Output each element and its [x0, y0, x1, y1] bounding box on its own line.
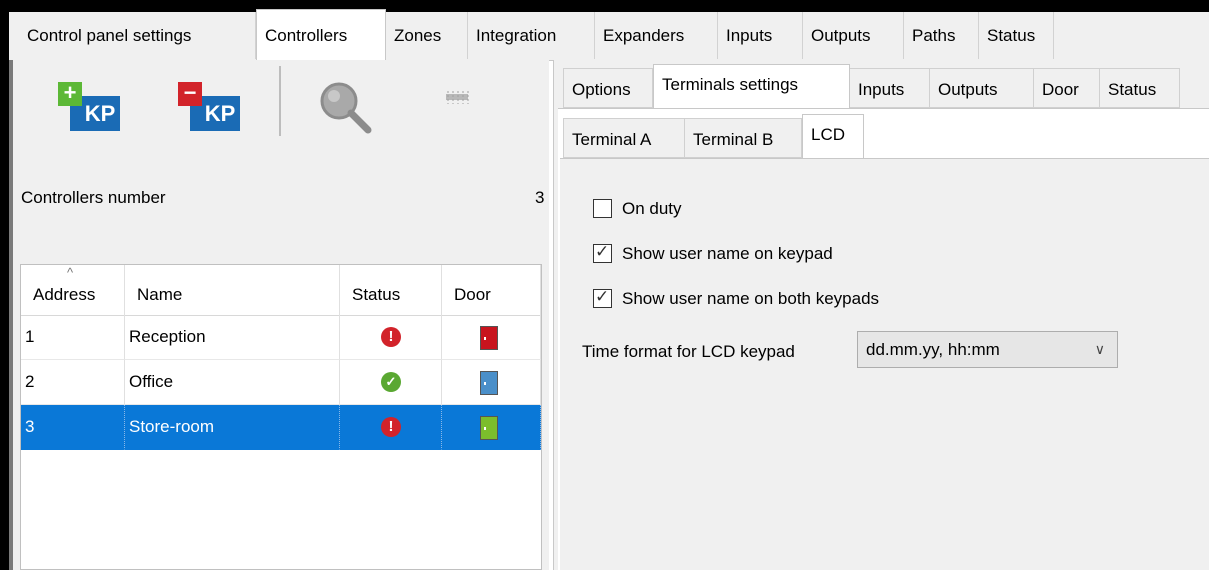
- tab-outputs[interactable]: Outputs: [803, 12, 904, 59]
- column-header-status[interactable]: Status: [340, 265, 442, 315]
- tab-terminal-a[interactable]: Terminal A: [563, 118, 685, 158]
- tab-lcd[interactable]: LCD: [802, 114, 864, 160]
- cell-address: 3: [21, 405, 125, 450]
- cell-address: 2: [21, 360, 125, 405]
- cell-status: !: [340, 405, 442, 450]
- on-duty-checkbox[interactable]: [593, 199, 612, 218]
- show-user-name-both-checkbox[interactable]: [593, 287, 612, 308]
- table-header: ^ Address Name Status Door: [21, 265, 541, 316]
- cell-name: Office: [125, 360, 340, 405]
- module-icon: [446, 91, 469, 104]
- cell-address: 1: [21, 315, 125, 360]
- tab-inputs[interactable]: Inputs: [850, 68, 930, 108]
- cell-name: Reception: [125, 315, 340, 360]
- controllers-table: ^ Address Name Status Door 1 Reception !…: [20, 264, 542, 570]
- cell-status: ✓: [340, 360, 442, 405]
- tab-status[interactable]: Status: [979, 12, 1054, 59]
- cell-door: [442, 360, 541, 405]
- tab-door[interactable]: Door: [1034, 68, 1100, 108]
- plus-icon: +: [58, 82, 82, 106]
- column-header-label: Address: [33, 285, 96, 304]
- tab-status[interactable]: Status: [1100, 68, 1180, 108]
- table-row-selected[interactable]: 3 Store-room !: [21, 405, 541, 450]
- column-header-address[interactable]: ^ Address: [21, 265, 125, 315]
- cell-door: [442, 405, 541, 450]
- door-icon[interactable]: [480, 371, 498, 395]
- cell-status: !: [340, 315, 442, 360]
- tab-terminal-b[interactable]: Terminal B: [685, 118, 802, 158]
- show-user-name-both-label[interactable]: Show user name on both keypads: [622, 289, 879, 309]
- tab-outputs[interactable]: Outputs: [930, 68, 1034, 108]
- column-header-name[interactable]: Name: [125, 265, 340, 315]
- sort-ascending-icon: ^: [67, 265, 74, 280]
- tab-options[interactable]: Options: [563, 68, 653, 108]
- tab-expanders[interactable]: Expanders: [595, 12, 718, 59]
- table-row[interactable]: 2 Office ✓: [21, 360, 541, 405]
- controllers-number-label: Controllers number: [21, 188, 166, 207]
- time-format-label: Time format for LCD keypad: [582, 342, 795, 361]
- door-icon[interactable]: [480, 326, 498, 350]
- window-edge-top: [0, 0, 1209, 12]
- app-window: Control panel settings Controllers Zones…: [0, 0, 1209, 570]
- search-button[interactable]: [316, 78, 376, 138]
- cell-door: [442, 315, 541, 360]
- main-tab-bar: Control panel settings Controllers Zones…: [9, 9, 1209, 61]
- door-icon[interactable]: [480, 416, 498, 440]
- toolbar-separator: [279, 66, 281, 136]
- module-button[interactable]: [444, 90, 472, 106]
- table-row[interactable]: 1 Reception !: [21, 315, 541, 360]
- ok-status-icon: ✓: [381, 372, 401, 392]
- tab-controllers[interactable]: Controllers: [256, 9, 386, 61]
- tab-integration[interactable]: Integration: [468, 12, 595, 59]
- tab-terminals-settings[interactable]: Terminals settings: [653, 64, 850, 110]
- on-duty-label[interactable]: On duty: [622, 199, 682, 219]
- error-status-icon: !: [381, 417, 401, 437]
- tab-control-panel-settings[interactable]: Control panel settings: [19, 12, 256, 59]
- remove-keypad-button[interactable]: KP −: [178, 74, 240, 136]
- tab-paths[interactable]: Paths: [904, 12, 979, 59]
- column-header-door[interactable]: Door: [442, 265, 541, 315]
- minus-icon: −: [178, 82, 202, 106]
- add-keypad-button[interactable]: KP +: [58, 74, 120, 136]
- cell-name: Store-room: [125, 405, 340, 450]
- tab-zones[interactable]: Zones: [386, 12, 468, 59]
- controllers-toolbar: KP + KP −: [16, 62, 540, 150]
- chevron-down-icon: ∨: [1094, 341, 1105, 357]
- show-user-name-label[interactable]: Show user name on keypad: [622, 244, 833, 264]
- show-user-name-checkbox[interactable]: [593, 242, 612, 263]
- magnifier-icon: [320, 82, 372, 134]
- window-edge-left: [0, 0, 9, 570]
- error-status-icon: !: [381, 327, 401, 347]
- controllers-number-value: 3: [535, 188, 545, 207]
- time-format-value: dd.mm.yy, hh:mm: [866, 340, 1000, 359]
- time-format-select[interactable]: dd.mm.yy, hh:mm ∨: [857, 331, 1118, 368]
- tab-inputs[interactable]: Inputs: [718, 12, 803, 59]
